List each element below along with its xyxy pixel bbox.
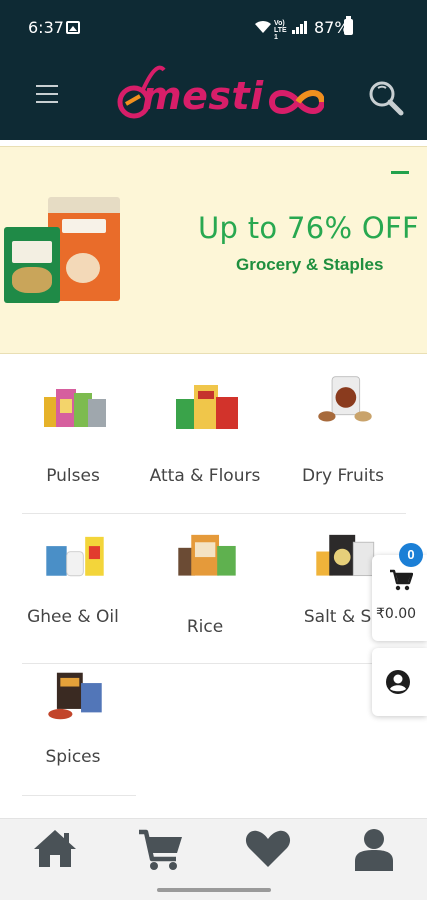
- category-pulses[interactable]: Pulses: [8, 355, 138, 513]
- domestico-logo[interactable]: mesti: [112, 62, 324, 132]
- category-rice[interactable]: Rice: [140, 515, 270, 663]
- cart-icon[interactable]: [136, 827, 186, 871]
- ghee-oil-product-image: [46, 536, 104, 577]
- floating-account-button[interactable]: [372, 648, 427, 716]
- app-header: mesti: [0, 58, 427, 140]
- banner-subtitle: Grocery & Staples: [236, 255, 384, 274]
- cart-icon: [390, 569, 413, 591]
- category-label: Pulses: [46, 466, 100, 486]
- status-bar: 6:37 Vo) LTE1 87%: [0, 0, 427, 58]
- salt-sugar-product-image: [316, 534, 375, 577]
- atta-product-image: [176, 385, 238, 429]
- heart-icon[interactable]: [243, 827, 293, 871]
- dry-fruits-product-image: [318, 376, 372, 422]
- system-gesture-bar: [0, 882, 427, 900]
- network-type-label: Vo) LTE1: [274, 20, 287, 41]
- wifi-icon: [255, 20, 271, 33]
- home-icon[interactable]: [30, 827, 80, 871]
- rice-product-image: [178, 534, 236, 576]
- divider: [22, 663, 406, 664]
- divider: [22, 795, 136, 796]
- logo-text: mesti: [142, 74, 264, 118]
- divider: [22, 513, 406, 514]
- category-label: Dry Fruits: [301, 466, 385, 486]
- gesture-handle[interactable]: [157, 888, 271, 892]
- offer-banner[interactable]: Up to 76% OFF Grocery & Staples: [0, 146, 427, 354]
- signal-icon: [292, 21, 307, 34]
- category-label: Atta & Flours: [149, 466, 261, 486]
- user-icon[interactable]: [349, 827, 399, 871]
- banner-title: Up to 76% OFF: [198, 211, 419, 245]
- bottom-navigation: [0, 818, 427, 882]
- category-spices[interactable]: Spices: [8, 665, 138, 795]
- cart-total: ₹0.00: [376, 606, 417, 622]
- cart-count-badge: 0: [399, 543, 423, 567]
- category-ghee-oil[interactable]: Ghee & Oil: [8, 515, 138, 663]
- floating-cart-button[interactable]: 0 ₹0.00: [372, 543, 427, 641]
- grocery-product-image: [4, 227, 60, 303]
- status-time: 6:37: [28, 18, 64, 37]
- category-atta-flours[interactable]: Atta & Flours: [140, 355, 270, 513]
- banner-indicator[interactable]: [391, 171, 409, 174]
- gallery-notification-icon: [66, 21, 80, 34]
- hamburger-menu-icon[interactable]: [36, 85, 58, 103]
- spices-product-image: [48, 672, 102, 720]
- category-label: Spices: [45, 747, 101, 767]
- category-label: Ghee & Oil: [27, 607, 119, 627]
- pulses-product-image: [44, 389, 106, 427]
- battery-icon: [344, 16, 353, 35]
- category-dry-fruits[interactable]: Dry Fruits: [278, 355, 408, 513]
- account-circle-icon: [386, 670, 410, 694]
- search-icon[interactable]: [366, 78, 406, 118]
- category-label: Rice: [186, 617, 224, 637]
